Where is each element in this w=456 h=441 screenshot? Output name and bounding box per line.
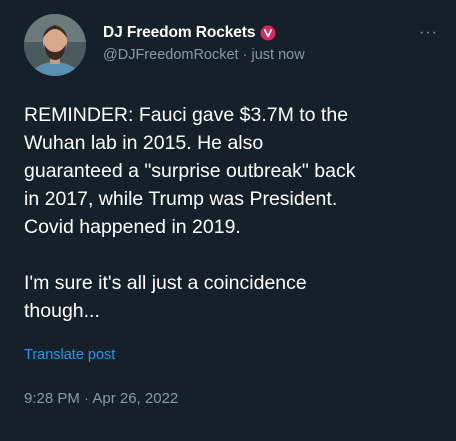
verified-badge-icon <box>260 25 276 41</box>
handle[interactable]: @DJFreedomRocket <box>103 47 239 63</box>
post-text: REMINDER: Fauci gave $3.7M to the Wuhan … <box>24 104 356 322</box>
post-timestamp[interactable]: 9:28 PM · Apr 26, 2022 <box>24 390 432 407</box>
author-info: DJ Freedom Rockets @DJFreedomRocket · ju… <box>103 22 305 63</box>
translate-post-link[interactable]: Translate post <box>24 347 115 363</box>
time-ago[interactable]: just now <box>252 47 305 63</box>
separator-dot: · <box>242 47 248 63</box>
handle-row: @DJFreedomRocket · just now <box>103 47 305 63</box>
post: DJ Freedom Rockets @DJFreedomRocket · ju… <box>0 0 456 441</box>
more-options-icon[interactable]: ··· <box>419 24 438 42</box>
avatar-image <box>24 14 86 76</box>
post-header: DJ Freedom Rockets @DJFreedomRocket · ju… <box>24 14 437 80</box>
display-name[interactable]: DJ Freedom Rockets <box>103 24 255 42</box>
avatar[interactable] <box>24 14 86 76</box>
name-row: DJ Freedom Rockets <box>103 22 305 44</box>
